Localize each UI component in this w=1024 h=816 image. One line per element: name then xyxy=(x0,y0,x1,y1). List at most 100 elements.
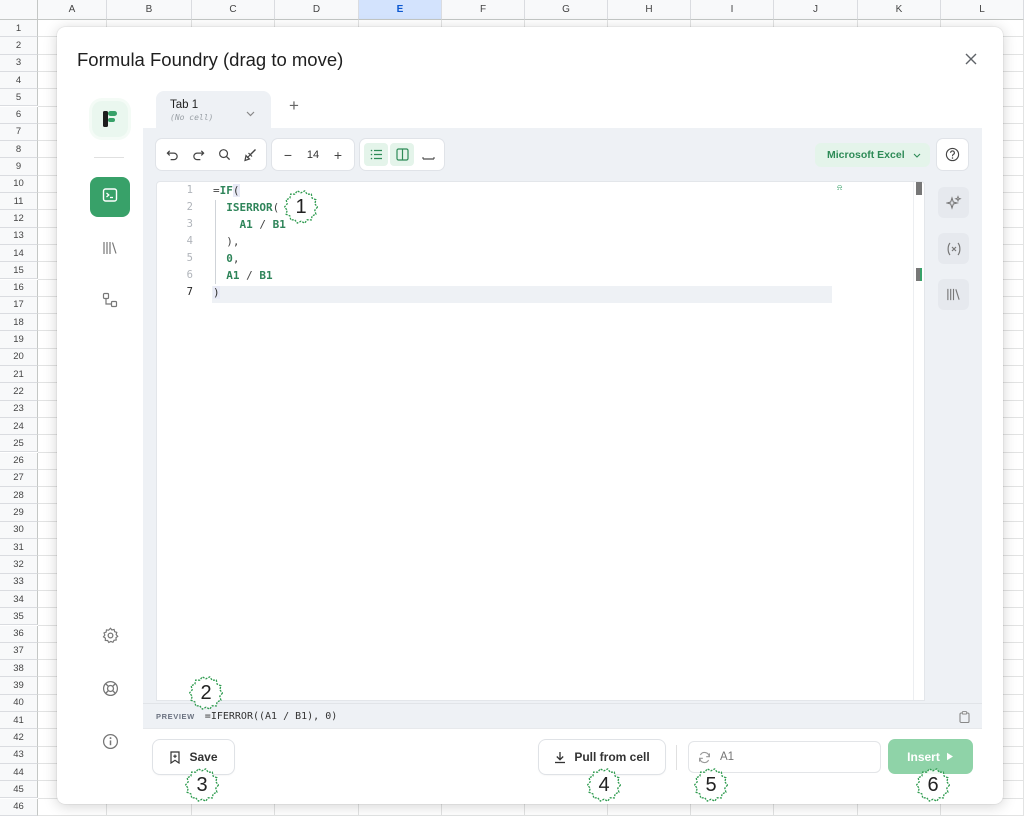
row-header[interactable]: 34 xyxy=(0,590,38,609)
row-header[interactable]: 25 xyxy=(0,435,38,453)
row-header[interactable]: 16 xyxy=(0,279,38,297)
row-header[interactable]: 45 xyxy=(0,781,38,799)
library-button[interactable] xyxy=(938,279,969,310)
row-header[interactable]: 29 xyxy=(0,504,38,522)
row-header[interactable]: 27 xyxy=(0,469,38,488)
row-header[interactable]: 38 xyxy=(0,660,38,678)
rail-item-flow[interactable] xyxy=(90,282,130,322)
row-header[interactable]: 41 xyxy=(0,712,38,730)
row-header[interactable]: 9 xyxy=(0,158,38,176)
row-header[interactable]: 11 xyxy=(0,193,38,211)
row-header[interactable]: 35 xyxy=(0,608,38,626)
row-header[interactable]: 36 xyxy=(0,625,38,643)
row-header[interactable]: 8 xyxy=(0,141,38,159)
editor-scrollbar[interactable] xyxy=(913,182,924,700)
row-header[interactable]: 21 xyxy=(0,366,38,384)
search-button[interactable] xyxy=(212,143,236,166)
row-header[interactable]: 40 xyxy=(0,694,38,712)
row-header[interactable]: 39 xyxy=(0,677,38,695)
row-header[interactable]: 19 xyxy=(0,331,38,349)
callout-number: 2 xyxy=(200,681,212,704)
column-header[interactable]: G xyxy=(525,0,608,20)
undo-button[interactable] xyxy=(160,143,184,166)
footer-divider xyxy=(143,728,982,729)
row-header[interactable]: 7 xyxy=(0,123,38,142)
format-button[interactable] xyxy=(238,143,262,166)
column-header[interactable]: K xyxy=(858,0,941,20)
row-header[interactable]: 5 xyxy=(0,89,38,107)
row-header[interactable]: 30 xyxy=(0,521,38,539)
target-cell-input[interactable] xyxy=(720,751,860,763)
rail-item-editor[interactable] xyxy=(90,177,130,217)
row-header[interactable]: 14 xyxy=(0,244,38,263)
column-header[interactable]: L xyxy=(941,0,1024,20)
rail-item-info[interactable] xyxy=(90,724,130,764)
column-header[interactable]: J xyxy=(774,0,858,20)
language-select[interactable]: Microsoft Excel xyxy=(815,143,930,167)
row-header[interactable]: 4 xyxy=(0,71,38,90)
list-view-button[interactable] xyxy=(364,143,388,166)
column-header[interactable]: A xyxy=(38,0,107,20)
underscore-icon xyxy=(422,157,434,160)
wrap-button[interactable] xyxy=(416,143,440,166)
row-header[interactable]: 26 xyxy=(0,452,38,470)
column-header[interactable]: E xyxy=(359,0,442,20)
row-header[interactable]: 12 xyxy=(0,210,38,228)
chevron-down-icon[interactable] xyxy=(246,104,255,122)
row-header[interactable]: 42 xyxy=(0,729,38,747)
row-header[interactable]: 24 xyxy=(0,417,38,436)
column-header[interactable]: B xyxy=(107,0,192,20)
rail-item-support[interactable] xyxy=(90,671,130,711)
row-header[interactable]: 13 xyxy=(0,227,38,245)
row-header[interactable]: 2 xyxy=(0,37,38,55)
callout-badge: 4 xyxy=(587,768,621,802)
row-header[interactable]: 18 xyxy=(0,314,38,332)
close-icon[interactable] xyxy=(961,49,981,69)
row-header[interactable]: 32 xyxy=(0,556,38,574)
side-tools xyxy=(938,187,969,325)
tab-1[interactable]: Tab 1 (No cell) xyxy=(156,91,271,129)
column-header[interactable]: H xyxy=(608,0,691,20)
rail-item-settings[interactable] xyxy=(90,618,130,658)
ai-assist-button[interactable] xyxy=(938,187,969,218)
row-header[interactable]: 44 xyxy=(0,763,38,782)
row-header[interactable]: 43 xyxy=(0,746,38,764)
row-header[interactable]: 17 xyxy=(0,296,38,315)
column-header[interactable]: D xyxy=(275,0,359,20)
split-view-button[interactable] xyxy=(390,143,414,166)
row-header[interactable]: 20 xyxy=(0,348,38,366)
row-header[interactable]: 31 xyxy=(0,539,38,557)
row-header[interactable]: 15 xyxy=(0,262,38,280)
column-header[interactable]: I xyxy=(691,0,774,20)
help-button[interactable] xyxy=(937,139,968,170)
lightbulb-icon[interactable]: ⍾ xyxy=(837,183,842,193)
row-header[interactable]: 33 xyxy=(0,573,38,591)
row-header[interactable]: 22 xyxy=(0,383,38,401)
row-header[interactable]: 46 xyxy=(0,798,38,816)
row-header[interactable]: 23 xyxy=(0,400,38,418)
dialog-title[interactable]: Formula Foundry (drag to move) xyxy=(77,49,343,71)
history-group xyxy=(156,139,266,170)
row-header[interactable]: 37 xyxy=(0,642,38,661)
row-header[interactable]: 3 xyxy=(0,54,38,72)
scrollbar-thumb[interactable] xyxy=(916,182,922,195)
redo-button[interactable] xyxy=(186,143,210,166)
code-editor[interactable]: 1 2 3 4 5 6 7 =IF( ISERROR( A1 / B1 ), 0, A1 /… xyxy=(156,181,925,701)
tab-label: Tab 1 xyxy=(170,99,199,111)
column-header[interactable]: F xyxy=(442,0,525,20)
select-all-corner[interactable] xyxy=(0,0,38,20)
column-header[interactable]: C xyxy=(192,0,275,20)
rail-item-library[interactable] xyxy=(90,230,130,270)
row-header[interactable]: 6 xyxy=(0,106,38,124)
font-decrease-button[interactable]: − xyxy=(276,143,300,166)
add-tab-button[interactable]: + xyxy=(283,95,305,117)
clipboard-icon[interactable] xyxy=(959,710,970,728)
row-header[interactable]: 1 xyxy=(0,20,38,38)
callout-number: 1 xyxy=(295,195,307,218)
font-increase-button[interactable]: + xyxy=(326,143,350,166)
refresh-icon xyxy=(699,751,710,763)
row-header[interactable]: 28 xyxy=(0,487,38,505)
row-header[interactable]: 10 xyxy=(0,175,38,193)
chevron-down-icon xyxy=(913,150,921,162)
variables-button[interactable] xyxy=(938,233,969,264)
